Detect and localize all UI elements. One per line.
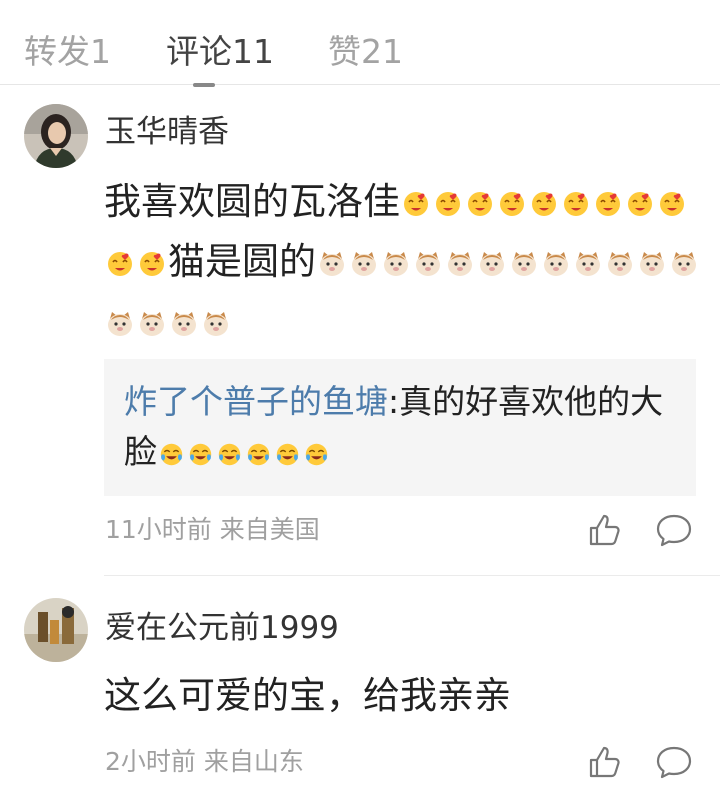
avatar[interactable]	[24, 104, 88, 168]
thumbs-up-icon[interactable]	[585, 510, 625, 550]
comment-text: 猫是圆的	[168, 240, 316, 283]
tab-comments[interactable]: 评论11	[166, 30, 274, 74]
comment-bubble-icon[interactable]	[654, 510, 694, 550]
laughing-tears-emoji-icon	[159, 442, 184, 467]
cat-emoji-icon	[138, 310, 166, 338]
cat-emoji-icon	[170, 310, 198, 338]
heart-face-emoji-icon	[498, 190, 526, 218]
cat-emoji-icon	[382, 250, 410, 278]
comment-meta: 11小时前 来自美国	[105, 515, 320, 544]
comment-bubble-icon[interactable]	[654, 742, 694, 782]
cat-emoji-icon	[638, 250, 666, 278]
laughing-tears-emoji-icon	[188, 442, 213, 467]
cat-emoji-icon	[510, 250, 538, 278]
reply-preview[interactable]: 炸了个普子的鱼塘:真的好喜欢他的大脸	[104, 359, 696, 496]
laughing-tears-emoji-icon	[217, 442, 242, 467]
avatar-photo	[24, 598, 88, 662]
cat-emoji-icon	[478, 250, 506, 278]
thumbs-up-icon[interactable]	[585, 742, 625, 782]
tab-bar: 转发1 评论11 赞21	[0, 0, 720, 87]
laughing-tears-emoji-icon	[246, 442, 271, 467]
heart-face-emoji-icon	[594, 190, 622, 218]
heart-face-emoji-icon	[466, 190, 494, 218]
cat-emoji-icon	[202, 310, 230, 338]
heart-face-emoji-icon	[530, 190, 558, 218]
heart-face-emoji-icon	[626, 190, 654, 218]
avatar-photo	[24, 104, 88, 168]
heart-face-emoji-icon	[434, 190, 462, 218]
cat-emoji-icon	[670, 250, 698, 278]
comment-text: 我喜欢圆的瓦洛佳	[104, 180, 400, 223]
comment-content: 我喜欢圆的瓦洛佳猫是圆的	[104, 172, 704, 352]
cat-emoji-icon	[446, 250, 474, 278]
tab-likes[interactable]: 赞21	[328, 30, 403, 74]
cat-emoji-icon	[574, 250, 602, 278]
heart-face-emoji-icon	[106, 250, 134, 278]
cat-emoji-icon	[318, 250, 346, 278]
cat-emoji-icon	[542, 250, 570, 278]
reply-separator: :	[388, 382, 400, 421]
cat-emoji-icon	[350, 250, 378, 278]
comment-username[interactable]: 爱在公元前1999	[105, 608, 339, 648]
tab-reposts[interactable]: 转发1	[24, 30, 111, 74]
heart-face-emoji-icon	[402, 190, 430, 218]
laughing-tears-emoji-icon	[304, 442, 329, 467]
reply-username[interactable]: 炸了个普子的鱼塘	[124, 382, 388, 421]
comment-meta: 2小时前 来自山东	[105, 747, 304, 776]
comment-username[interactable]: 玉华晴香	[105, 112, 229, 152]
comment-content: 这么可爱的宝，给我亲亲	[104, 666, 704, 726]
comment-text: 这么可爱的宝，给我亲亲	[104, 674, 511, 717]
cat-emoji-icon	[414, 250, 442, 278]
active-tab-indicator	[193, 83, 215, 87]
cat-emoji-icon	[606, 250, 634, 278]
heart-face-emoji-icon	[562, 190, 590, 218]
heart-face-emoji-icon	[658, 190, 686, 218]
reply-content: 炸了个普子的鱼塘:真的好喜欢他的大脸	[124, 377, 684, 477]
heart-face-emoji-icon	[138, 250, 166, 278]
cat-emoji-icon	[106, 310, 134, 338]
comment-divider	[104, 575, 720, 576]
laughing-tears-emoji-icon	[275, 442, 300, 467]
avatar[interactable]	[24, 598, 88, 662]
